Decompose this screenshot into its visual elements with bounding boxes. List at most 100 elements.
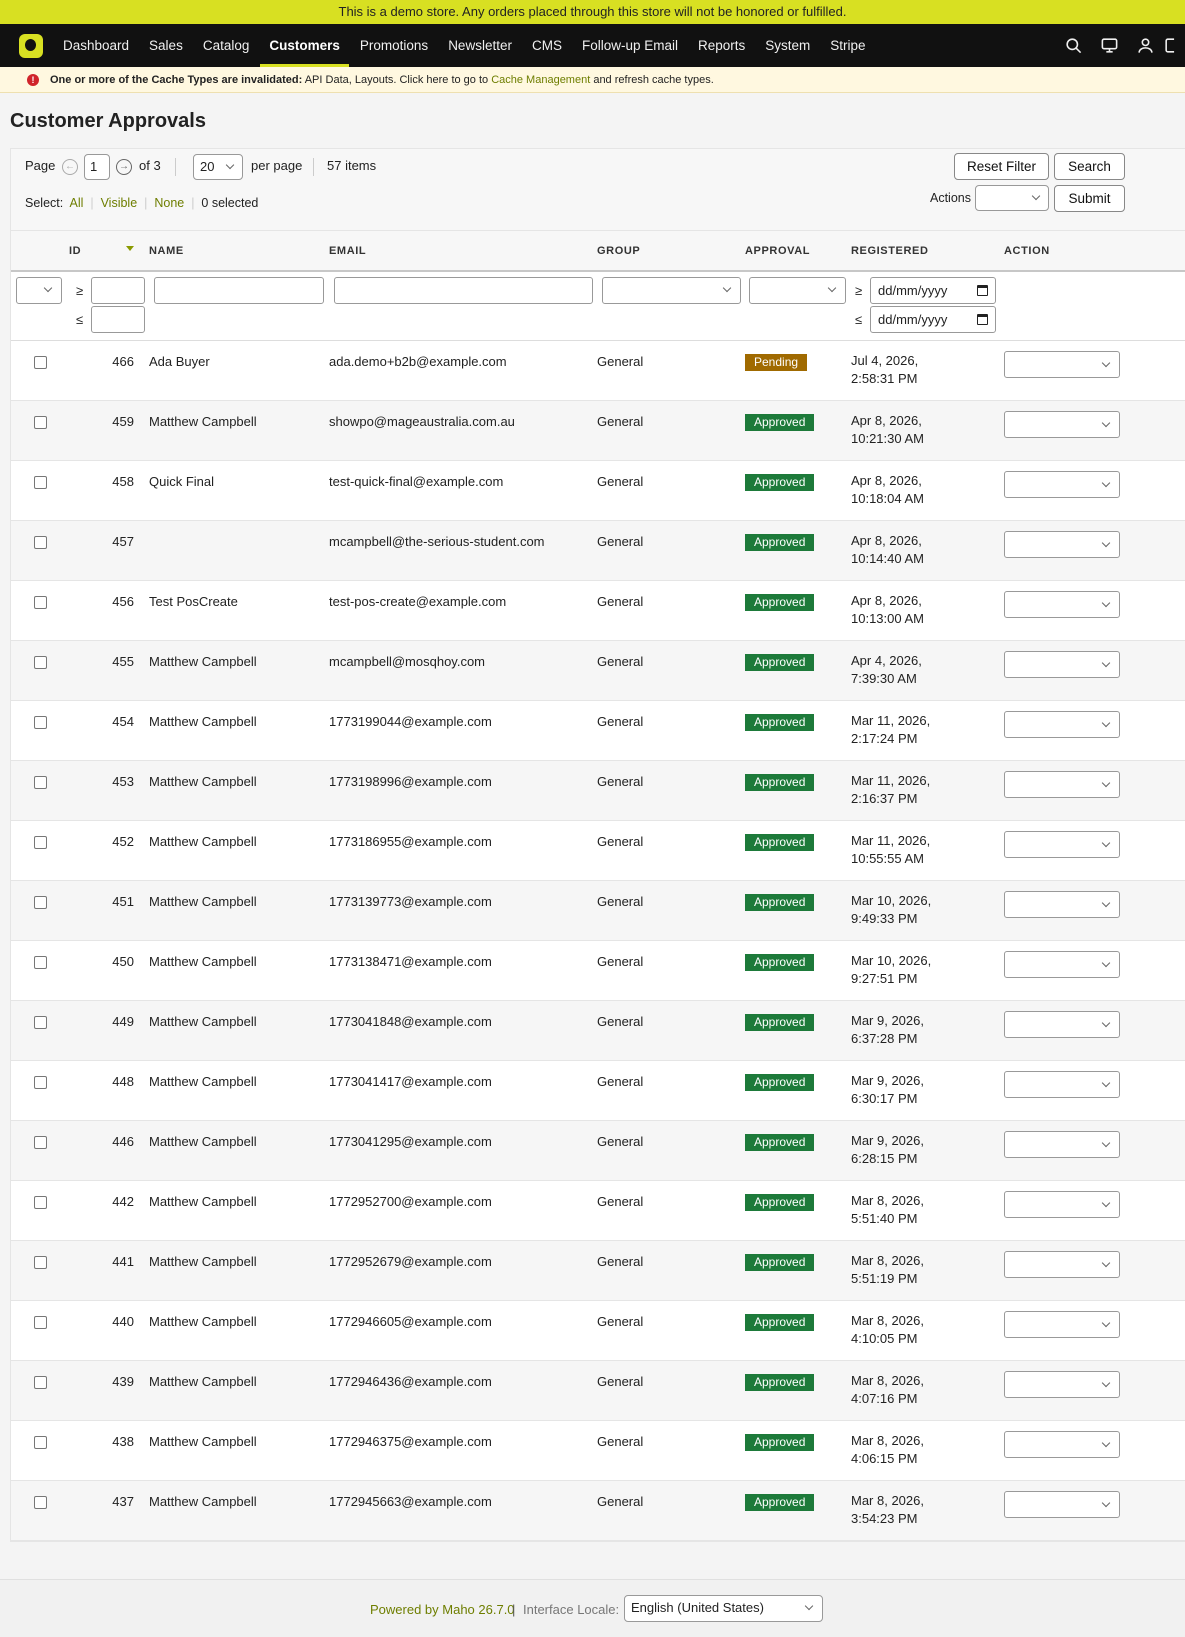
row-action-select[interactable] [1004, 350, 1120, 378]
column-header-id[interactable]: ID [69, 231, 149, 272]
row-action-select[interactable] [1004, 1490, 1120, 1518]
calendar-icon[interactable] [977, 285, 988, 296]
user-icon[interactable] [1127, 24, 1163, 67]
column-header-group[interactable]: GROUP [597, 231, 745, 272]
table-row[interactable]: 437 Matthew Campbell 1772945663@example.co… [11, 1480, 1185, 1541]
nav-item-sales[interactable]: Sales [149, 24, 183, 67]
row-action-select[interactable] [1004, 1190, 1120, 1218]
table-row[interactable]: 449 Matthew Campbell 1773041848@example.co… [11, 1000, 1185, 1061]
row-checkbox[interactable] [34, 475, 47, 489]
maho-logo-icon[interactable] [19, 33, 43, 58]
row-action-select[interactable] [1004, 1250, 1120, 1278]
approval-filter-select[interactable] [749, 277, 846, 304]
interface-locale-select[interactable]: English (United States) [624, 1595, 823, 1622]
nav-item-promotions[interactable]: Promotions [360, 24, 428, 67]
row-action-select[interactable] [1004, 410, 1120, 438]
select-filter-dropdown[interactable] [16, 277, 62, 304]
row-checkbox[interactable] [34, 1255, 47, 1269]
table-row[interactable]: 452 Matthew Campbell 1773186955@example.co… [11, 820, 1185, 881]
select-none-link[interactable]: None [154, 196, 184, 210]
row-checkbox[interactable] [34, 715, 47, 729]
row-checkbox[interactable] [34, 595, 47, 609]
page-number-input[interactable]: 1 [84, 154, 110, 180]
row-action-select[interactable] [1004, 650, 1120, 678]
prev-page-icon[interactable]: ← [62, 159, 78, 175]
submit-button[interactable]: Submit [1054, 185, 1125, 212]
row-checkbox[interactable] [34, 1015, 47, 1029]
row-checkbox[interactable] [34, 955, 47, 969]
calendar-icon[interactable] [977, 314, 988, 325]
column-header-registered[interactable]: REGISTERED [851, 231, 1004, 272]
table-row[interactable]: 456 Test PosCreate test-pos-create@example… [11, 580, 1185, 641]
row-checkbox[interactable] [34, 775, 47, 789]
table-row[interactable]: 439 Matthew Campbell 1772946436@example.co… [11, 1360, 1185, 1421]
table-row[interactable]: 458 Quick Final test-quick-final@example.c… [11, 460, 1185, 521]
nav-item-stripe[interactable]: Stripe [830, 24, 865, 67]
row-action-select[interactable] [1004, 1310, 1120, 1338]
row-action-select[interactable] [1004, 710, 1120, 738]
row-action-select[interactable] [1004, 830, 1120, 858]
search-button[interactable]: Search [1054, 153, 1125, 180]
row-action-select[interactable] [1004, 1370, 1120, 1398]
registered-to-input[interactable]: dd/mm/yyyy [870, 306, 996, 333]
row-checkbox[interactable] [34, 1135, 47, 1149]
nav-item-system[interactable]: System [765, 24, 810, 67]
nav-item-follow-up-email[interactable]: Follow-up Email [582, 24, 678, 67]
id-from-input[interactable] [91, 277, 145, 304]
select-all-link[interactable]: All [69, 196, 83, 210]
table-row[interactable]: 457 mcampbell@the-serious-student.com Gene… [11, 520, 1185, 581]
row-action-select[interactable] [1004, 470, 1120, 498]
table-row[interactable]: 466 Ada Buyer ada.demo+b2b@example.com Gene… [11, 340, 1185, 401]
id-to-input[interactable] [91, 306, 145, 333]
nav-item-cms[interactable]: CMS [532, 24, 562, 67]
row-action-select[interactable] [1004, 530, 1120, 558]
row-action-select[interactable] [1004, 1070, 1120, 1098]
row-action-select[interactable] [1004, 1010, 1120, 1038]
row-checkbox[interactable] [34, 355, 47, 369]
table-row[interactable]: 455 Matthew Campbell mcampbell@mosqhoy.com… [11, 640, 1185, 701]
row-checkbox[interactable] [34, 895, 47, 909]
row-checkbox[interactable] [34, 415, 47, 429]
row-checkbox[interactable] [34, 1195, 47, 1209]
next-page-icon[interactable]: → [116, 159, 132, 175]
row-action-select[interactable] [1004, 770, 1120, 798]
logout-icon[interactable] [1163, 24, 1185, 67]
row-checkbox[interactable] [34, 1075, 47, 1089]
row-checkbox[interactable] [34, 1495, 47, 1509]
row-checkbox[interactable] [34, 835, 47, 849]
table-row[interactable]: 446 Matthew Campbell 1773041295@example.co… [11, 1120, 1185, 1181]
name-filter-input[interactable] [154, 277, 324, 304]
table-row[interactable]: 441 Matthew Campbell 1772952679@example.co… [11, 1240, 1185, 1301]
column-header-name[interactable]: NAME [149, 231, 329, 272]
search-icon[interactable] [1055, 24, 1091, 67]
table-row[interactable]: 459 Matthew Campbell showpo@mageaustralia.… [11, 400, 1185, 461]
row-checkbox[interactable] [34, 1375, 47, 1389]
row-checkbox[interactable] [34, 1315, 47, 1329]
table-row[interactable]: 448 Matthew Campbell 1773041417@example.co… [11, 1060, 1185, 1121]
row-action-select[interactable] [1004, 890, 1120, 918]
table-row[interactable]: 450 Matthew Campbell 1773138471@example.co… [11, 940, 1185, 1001]
email-filter-input[interactable] [334, 277, 593, 304]
nav-item-newsletter[interactable]: Newsletter [448, 24, 512, 67]
monitor-icon[interactable] [1091, 24, 1127, 67]
group-filter-select[interactable] [602, 277, 741, 304]
column-header-approval[interactable]: APPROVAL [745, 231, 851, 272]
nav-item-dashboard[interactable]: Dashboard [63, 24, 129, 67]
row-action-select[interactable] [1004, 590, 1120, 618]
cache-management-link[interactable]: Cache Management [491, 74, 590, 86]
table-row[interactable]: 442 Matthew Campbell 1772952700@example.co… [11, 1180, 1185, 1241]
table-row[interactable]: 451 Matthew Campbell 1773139773@example.co… [11, 880, 1185, 941]
table-row[interactable]: 454 Matthew Campbell 1773199044@example.co… [11, 700, 1185, 761]
per-page-select[interactable]: 20 [193, 154, 243, 180]
table-row[interactable]: 438 Matthew Campbell 1772946375@example.co… [11, 1420, 1185, 1481]
row-checkbox[interactable] [34, 1435, 47, 1449]
registered-from-input[interactable]: dd/mm/yyyy [870, 277, 996, 304]
column-header-email[interactable]: EMAIL [329, 231, 597, 272]
row-checkbox[interactable] [34, 535, 47, 549]
row-checkbox[interactable] [34, 655, 47, 669]
row-action-select[interactable] [1004, 1130, 1120, 1158]
mass-actions-select[interactable] [975, 185, 1049, 211]
nav-item-catalog[interactable]: Catalog [203, 24, 250, 67]
reset-filter-button[interactable]: Reset Filter [954, 153, 1049, 180]
nav-item-reports[interactable]: Reports [698, 24, 745, 67]
